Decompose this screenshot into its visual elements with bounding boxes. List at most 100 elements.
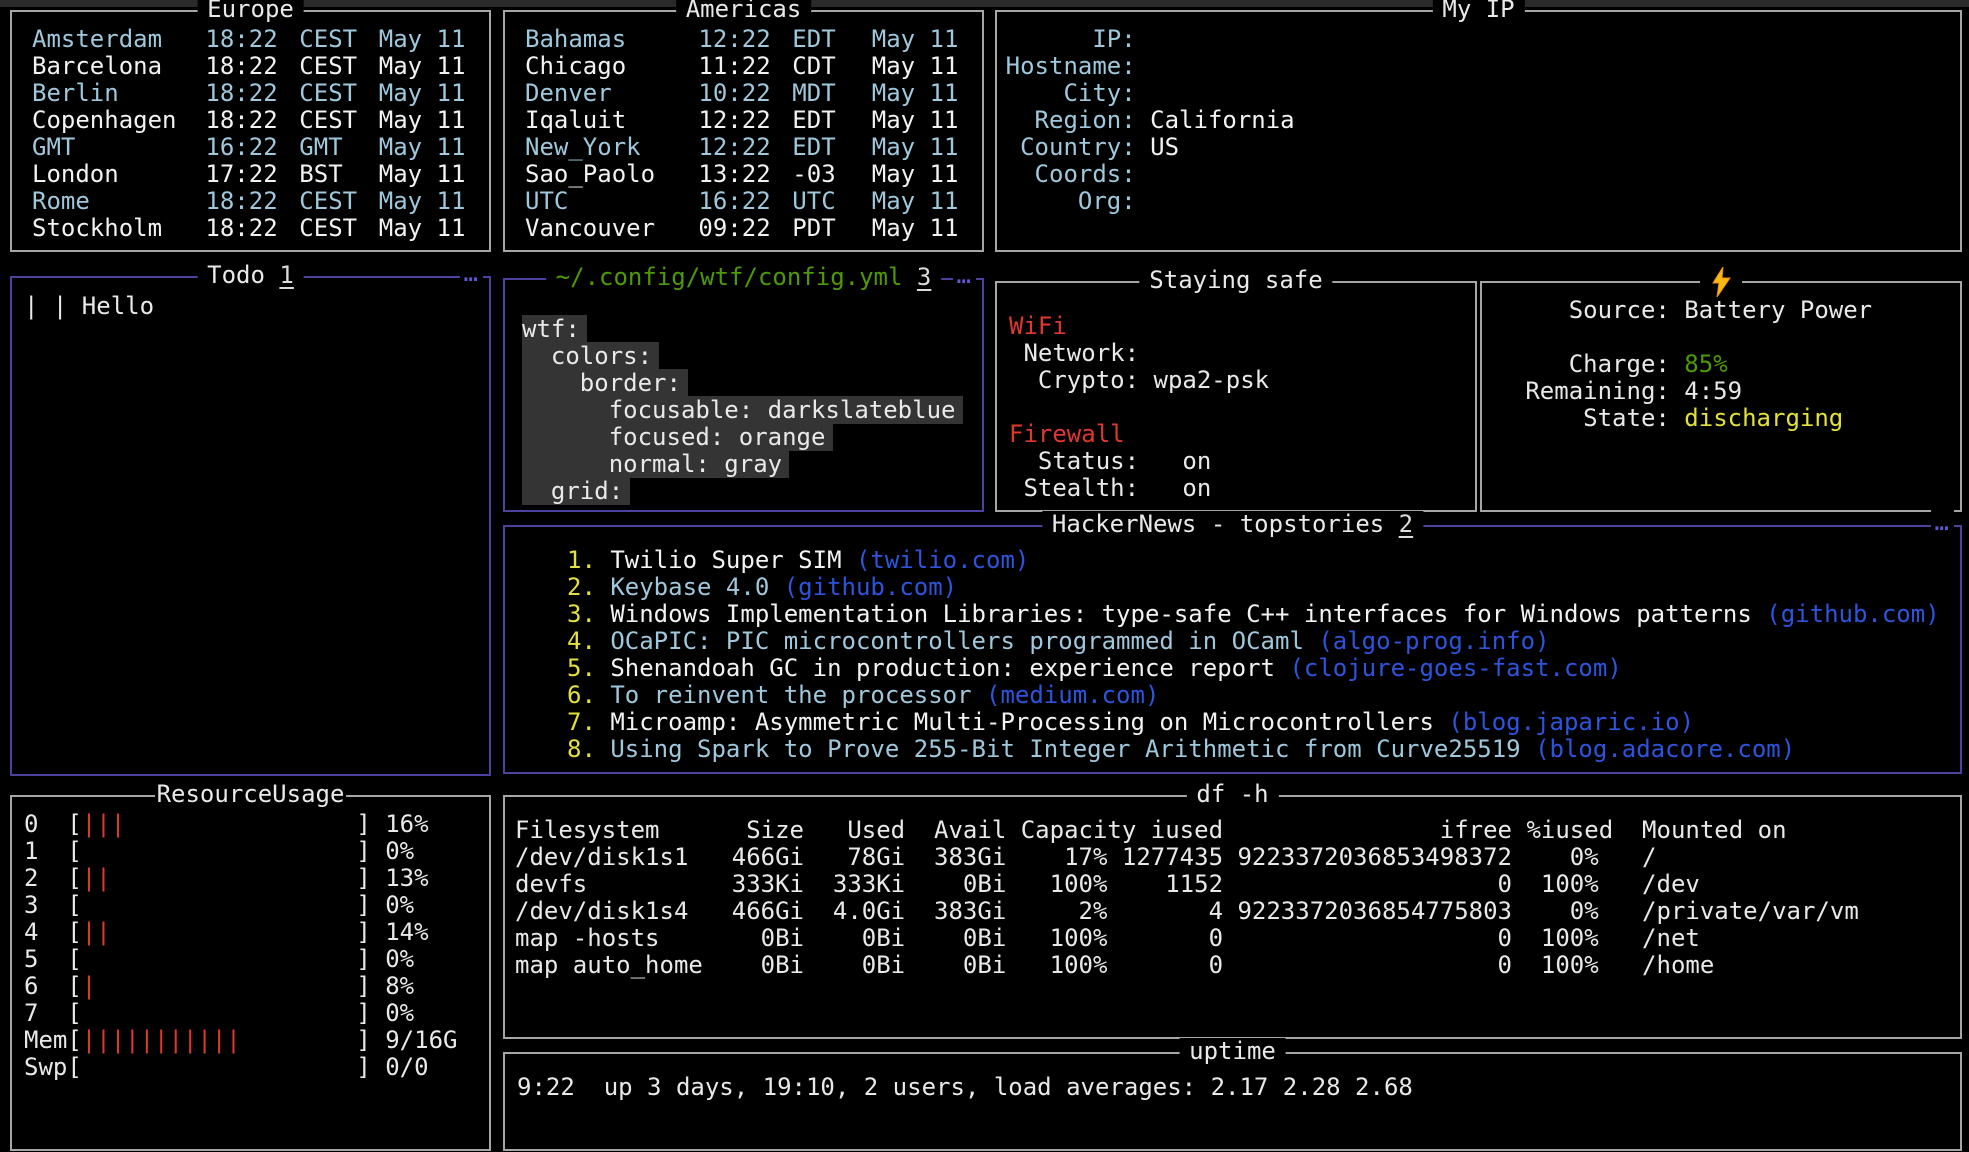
clock-timezone: PDT [792, 215, 864, 242]
clock-date: May 11 [379, 215, 466, 242]
clock-timezone: -03 [792, 161, 864, 188]
todo-item-text: Hello [82, 292, 154, 320]
battery-line: Remaining: 4:59 [1482, 378, 1960, 405]
clock-city: Barcelona [32, 53, 205, 80]
clock-date: May 11 [379, 107, 466, 134]
todo-item[interactable]: | | Hello [12, 293, 489, 320]
resource-bar: ||| [82, 811, 357, 838]
ip-row-label: IP: [997, 26, 1136, 53]
clock-date: May 11 [872, 107, 959, 134]
clock-date: May 11 [379, 26, 466, 53]
hackernews-panel[interactable]: HackerNews - topstories2 … 1.Twilio Supe… [503, 525, 1962, 774]
europe-clock-content: Amsterdam18:22CESTMay 11Barcelona18:22CE… [12, 12, 489, 250]
resource-bracket: [ [67, 864, 81, 892]
resource-bar: || [82, 919, 357, 946]
clock-city: Amsterdam [32, 26, 205, 53]
clock-time: 09:22 [698, 215, 770, 242]
hn-story-number: 6. [567, 682, 596, 709]
todo-content: | | Hello [12, 278, 489, 774]
clock-city: Bahamas [525, 26, 698, 53]
battery-line [1482, 324, 1960, 351]
resource-row: 2[||] 13% [12, 865, 489, 892]
ip-row: City: [997, 80, 1960, 107]
df-panel: df -h Filesystem Size Used Avail Capacit… [503, 795, 1962, 1039]
clock-city: Stockholm [32, 215, 205, 242]
clock-timezone: GMT [299, 134, 371, 161]
config-line-text: focusable: darkslateblue [522, 396, 963, 424]
clock-time: 18:22 [205, 188, 277, 215]
ip-row: Country:US [997, 134, 1960, 161]
clock-city: Denver [525, 80, 698, 107]
hn-story[interactable]: 6.To reinvent the processor(medium.com) [505, 682, 1960, 709]
hn-story-domain: (medium.com) [986, 681, 1159, 709]
resource-value: 0% [385, 999, 414, 1027]
resource-label: Swp [24, 1054, 67, 1081]
battery-panel: Source: Battery Power Charge: 85%Remaini… [1480, 281, 1962, 512]
hn-story-title: Twilio Super SIM [610, 546, 841, 574]
clock-date: May 11 [379, 134, 466, 161]
resource-value: 16% [385, 810, 428, 838]
safe-line-text: Crypto: wpa2-psk [1009, 366, 1269, 394]
resource-bar: | [82, 973, 357, 1000]
resource-bracket: ] [356, 972, 385, 1000]
hn-story-title: Shenandoah GC in production: experience … [610, 654, 1275, 682]
resource-row: 0[|||] 16% [12, 811, 489, 838]
resource-bracket: ] [356, 999, 385, 1027]
uptime-text: 9:22 up 3 days, 19:10, 2 users, load ave… [505, 1074, 1960, 1101]
safe-line-text: Status: on [1009, 447, 1211, 475]
hn-story[interactable]: 7.Microamp: Asymmetric Multi-Processing … [505, 709, 1960, 736]
hn-story-title: Keybase 4.0 [610, 573, 769, 601]
hn-story[interactable]: 5.Shenandoah GC in production: experienc… [505, 655, 1960, 682]
clock-city: UTC [525, 188, 698, 215]
hn-story[interactable]: 3.Windows Implementation Libraries: type… [505, 601, 1960, 628]
resource-bracket: [ [67, 1053, 81, 1081]
resource-value: 0% [385, 891, 414, 919]
ip-row-label: Country: [997, 134, 1136, 161]
resource-row: Swp[] 0/0 [12, 1054, 489, 1081]
clock-city: New_York [525, 134, 698, 161]
clock-date: May 11 [872, 188, 959, 215]
clock-timezone: EDT [792, 107, 864, 134]
todo-panel[interactable]: Todo1 … | | Hello [10, 276, 491, 776]
safe-line-text: WiFi [1009, 312, 1067, 340]
resource-value: 9/16G [385, 1026, 457, 1054]
hn-story[interactable]: 1.Twilio Super SIM(twilio.com) [505, 547, 1960, 574]
resource-usage-panel: ResourceUsage 0[|||] 16%1[] 0%2[||] 13%3… [10, 795, 491, 1151]
hn-story-domain: (blog.adacore.com) [1535, 735, 1795, 763]
resource-value: 0/0 [385, 1053, 428, 1081]
config-line: grid: [505, 478, 982, 505]
hn-story-number: 7. [567, 709, 596, 736]
config-line: normal: gray [505, 451, 982, 478]
hn-story[interactable]: 8.Using Spark to Prove 255-Bit Integer A… [505, 736, 1960, 763]
hn-story-number: 4. [567, 628, 596, 655]
resource-bracket: [ [67, 810, 81, 838]
todo-checkbox: | | [24, 292, 82, 320]
hn-story[interactable]: 2.Keybase 4.0(github.com) [505, 574, 1960, 601]
safe-line: Network: [997, 340, 1475, 367]
resource-bar: || [82, 865, 357, 892]
config-line-text: normal: gray [522, 450, 789, 478]
battery-line-text: State: [1525, 404, 1684, 432]
clock-row: Chicago11:22CDTMay 11 [505, 53, 982, 80]
hn-story-domain: (clojure-goes-fast.com) [1289, 654, 1621, 682]
clock-time: 16:22 [205, 134, 277, 161]
clock-row: Iqaluit12:22EDTMay 11 [505, 107, 982, 134]
my-ip-content: IP:Hostname:City:Region:CaliforniaCountr… [997, 12, 1960, 250]
config-line-text: focused: orange [522, 423, 833, 451]
ip-row-value: California [1150, 107, 1295, 134]
ip-row-label: City: [997, 80, 1136, 107]
ip-row-label: Region: [997, 107, 1136, 134]
my-ip-panel: My IP IP:Hostname:City:Region:California… [995, 10, 1962, 252]
resource-label: Mem [24, 1027, 67, 1054]
config-line-text: colors: [522, 342, 659, 370]
clock-time: 12:22 [698, 134, 770, 161]
safe-line: Firewall [997, 421, 1475, 448]
config-line-text: border: [522, 369, 688, 397]
uptime-panel: uptime 9:22 up 3 days, 19:10, 2 users, l… [503, 1052, 1962, 1151]
hn-story[interactable]: 4.OCaPIC: PIC microcontrollers programme… [505, 628, 1960, 655]
config-file-panel[interactable]: ~/.config/wtf/config.yml3 … wtf: colors:… [503, 278, 984, 512]
clock-date: May 11 [379, 188, 466, 215]
europe-clock-panel: Europe Amsterdam18:22CESTMay 11Barcelona… [10, 10, 491, 252]
clock-timezone: EDT [792, 26, 864, 53]
clock-time: 10:22 [698, 80, 770, 107]
